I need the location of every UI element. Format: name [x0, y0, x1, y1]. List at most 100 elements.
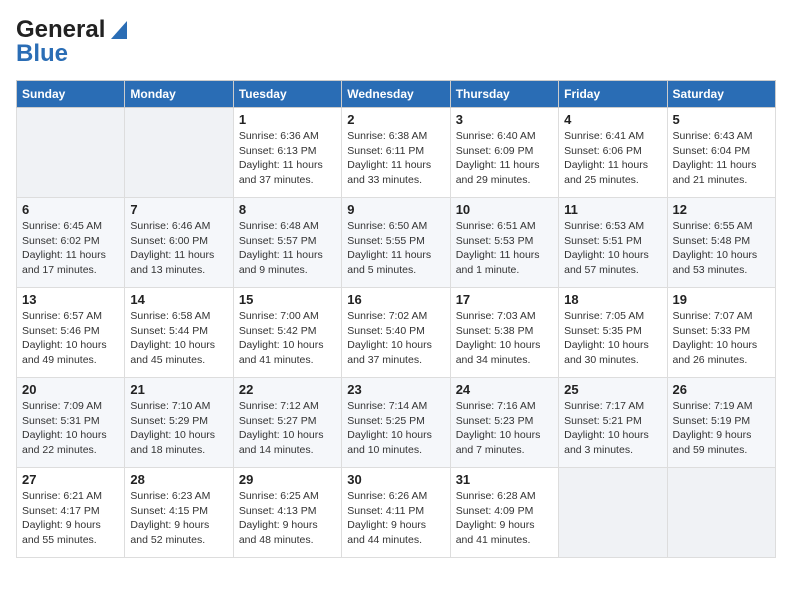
calendar-cell	[559, 468, 667, 558]
calendar-week-row: 6Sunrise: 6:45 AM Sunset: 6:02 PM Daylig…	[17, 198, 776, 288]
day-number: 19	[673, 292, 770, 307]
day-number: 9	[347, 202, 444, 217]
day-number: 22	[239, 382, 336, 397]
logo-icon	[107, 21, 127, 39]
day-number: 2	[347, 112, 444, 127]
day-number: 25	[564, 382, 661, 397]
day-info: Sunrise: 6:23 AM Sunset: 4:15 PM Dayligh…	[130, 489, 227, 548]
calendar-table: SundayMondayTuesdayWednesdayThursdayFrid…	[16, 80, 776, 558]
calendar-cell: 18Sunrise: 7:05 AM Sunset: 5:35 PM Dayli…	[559, 288, 667, 378]
day-number: 18	[564, 292, 661, 307]
day-info: Sunrise: 6:26 AM Sunset: 4:11 PM Dayligh…	[347, 489, 444, 548]
calendar-header-friday: Friday	[559, 81, 667, 108]
day-number: 1	[239, 112, 336, 127]
calendar-cell: 10 Sunrise: 6:51 AM Sunset: 5:53 PM Dayli…	[450, 198, 558, 288]
calendar-cell: 9 Sunrise: 6:50 AM Sunset: 5:55 PM Daylig…	[342, 198, 450, 288]
day-info: Sunrise: 6:51 AM Sunset: 5:53 PM Dayligh…	[456, 219, 553, 278]
calendar-cell: 3 Sunrise: 6:40 AM Sunset: 6:09 PM Daylig…	[450, 108, 558, 198]
calendar-cell: 23 Sunrise: 7:14 AM Sunset: 5:25 PM Dayli…	[342, 378, 450, 468]
day-number: 17	[456, 292, 553, 307]
day-number: 5	[673, 112, 770, 127]
calendar-cell: 30 Sunrise: 6:26 AM Sunset: 4:11 PM Dayli…	[342, 468, 450, 558]
day-number: 23	[347, 382, 444, 397]
day-info: Sunrise: 6:58 AM Sunset: 5:44 PM Dayligh…	[130, 309, 227, 368]
day-info: Sunrise: 6:48 AM Sunset: 5:57 PM Dayligh…	[239, 219, 336, 278]
day-info: Sunrise: 7:16 AM Sunset: 5:23 PM Dayligh…	[456, 399, 553, 458]
day-info: Sunrise: 6:46 AM Sunset: 6:00 PM Dayligh…	[130, 219, 227, 278]
day-number: 8	[239, 202, 336, 217]
day-info: Sunrise: 6:21 AM Sunset: 4:17 PM Dayligh…	[22, 489, 119, 548]
day-number: 4	[564, 112, 661, 127]
calendar-cell: 19 Sunrise: 7:07 AM Sunset: 5:33 PM Dayli…	[667, 288, 775, 378]
calendar-cell: 7 Sunrise: 6:46 AM Sunset: 6:00 PM Daylig…	[125, 198, 233, 288]
day-info: Sunrise: 6:41 AM Sunset: 6:06 PM Dayligh…	[564, 129, 661, 188]
day-number: 28	[130, 472, 227, 487]
calendar-cell: 14Sunrise: 6:58 AM Sunset: 5:44 PM Dayli…	[125, 288, 233, 378]
day-number: 30	[347, 472, 444, 487]
day-info: Sunrise: 6:28 AM Sunset: 4:09 PM Dayligh…	[456, 489, 553, 548]
day-info: Sunrise: 6:53 AM Sunset: 5:51 PM Dayligh…	[564, 219, 661, 278]
day-number: 24	[456, 382, 553, 397]
calendar-header-sunday: Sunday	[17, 81, 125, 108]
day-info: Sunrise: 6:55 AM Sunset: 5:48 PM Dayligh…	[673, 219, 770, 278]
day-info: Sunrise: 6:25 AM Sunset: 4:13 PM Dayligh…	[239, 489, 336, 548]
calendar-cell: 31 Sunrise: 6:28 AM Sunset: 4:09 PM Dayli…	[450, 468, 558, 558]
day-number: 12	[673, 202, 770, 217]
logo-blue: Blue	[16, 40, 68, 68]
calendar-cell: 24 Sunrise: 7:16 AM Sunset: 5:23 PM Dayli…	[450, 378, 558, 468]
day-number: 16	[347, 292, 444, 307]
calendar-cell: 4 Sunrise: 6:41 AM Sunset: 6:06 PM Daylig…	[559, 108, 667, 198]
day-info: Sunrise: 7:02 AM Sunset: 5:40 PM Dayligh…	[347, 309, 444, 368]
day-info: Sunrise: 7:14 AM Sunset: 5:25 PM Dayligh…	[347, 399, 444, 458]
day-number: 6	[22, 202, 119, 217]
day-number: 29	[239, 472, 336, 487]
calendar-cell: 15Sunrise: 7:00 AM Sunset: 5:42 PM Dayli…	[233, 288, 341, 378]
day-info: Sunrise: 6:40 AM Sunset: 6:09 PM Dayligh…	[456, 129, 553, 188]
day-info: Sunrise: 7:03 AM Sunset: 5:38 PM Dayligh…	[456, 309, 553, 368]
calendar-cell: 26Sunrise: 7:19 AM Sunset: 5:19 PM Dayli…	[667, 378, 775, 468]
calendar-cell: 27 Sunrise: 6:21 AM Sunset: 4:17 PM Dayli…	[17, 468, 125, 558]
calendar-cell: 12 Sunrise: 6:55 AM Sunset: 5:48 PM Dayli…	[667, 198, 775, 288]
calendar-cell: 16 Sunrise: 7:02 AM Sunset: 5:40 PM Dayli…	[342, 288, 450, 378]
calendar-cell: 21 Sunrise: 7:10 AM Sunset: 5:29 PM Dayli…	[125, 378, 233, 468]
calendar-cell: 25 Sunrise: 7:17 AM Sunset: 5:21 PM Dayli…	[559, 378, 667, 468]
calendar-cell: 13Sunrise: 6:57 AM Sunset: 5:46 PM Dayli…	[17, 288, 125, 378]
calendar-cell: 20Sunrise: 7:09 AM Sunset: 5:31 PM Dayli…	[17, 378, 125, 468]
day-info: Sunrise: 7:07 AM Sunset: 5:33 PM Dayligh…	[673, 309, 770, 368]
day-info: Sunrise: 6:36 AM Sunset: 6:13 PM Dayligh…	[239, 129, 336, 188]
day-number: 7	[130, 202, 227, 217]
day-number: 26	[673, 382, 770, 397]
calendar-week-row: 1 Sunrise: 6:36 AM Sunset: 6:13 PM Daylig…	[17, 108, 776, 198]
day-number: 11	[564, 202, 661, 217]
day-number: 10	[456, 202, 553, 217]
calendar-week-row: 20Sunrise: 7:09 AM Sunset: 5:31 PM Dayli…	[17, 378, 776, 468]
day-info: Sunrise: 7:10 AM Sunset: 5:29 PM Dayligh…	[130, 399, 227, 458]
calendar-week-row: 13Sunrise: 6:57 AM Sunset: 5:46 PM Dayli…	[17, 288, 776, 378]
day-number: 13	[22, 292, 119, 307]
day-info: Sunrise: 7:17 AM Sunset: 5:21 PM Dayligh…	[564, 399, 661, 458]
day-number: 3	[456, 112, 553, 127]
calendar-cell	[125, 108, 233, 198]
day-number: 31	[456, 472, 553, 487]
day-info: Sunrise: 7:12 AM Sunset: 5:27 PM Dayligh…	[239, 399, 336, 458]
day-info: Sunrise: 7:00 AM Sunset: 5:42 PM Dayligh…	[239, 309, 336, 368]
day-info: Sunrise: 7:09 AM Sunset: 5:31 PM Dayligh…	[22, 399, 119, 458]
day-number: 27	[22, 472, 119, 487]
calendar-header-row: SundayMondayTuesdayWednesdayThursdayFrid…	[17, 81, 776, 108]
calendar-header-thursday: Thursday	[450, 81, 558, 108]
page-header: General Blue	[16, 16, 776, 68]
calendar-header-wednesday: Wednesday	[342, 81, 450, 108]
calendar-cell: 17 Sunrise: 7:03 AM Sunset: 5:38 PM Dayli…	[450, 288, 558, 378]
calendar-header-saturday: Saturday	[667, 81, 775, 108]
calendar-cell: 22 Sunrise: 7:12 AM Sunset: 5:27 PM Dayli…	[233, 378, 341, 468]
day-info: Sunrise: 6:38 AM Sunset: 6:11 PM Dayligh…	[347, 129, 444, 188]
day-info: Sunrise: 6:50 AM Sunset: 5:55 PM Dayligh…	[347, 219, 444, 278]
calendar-cell	[667, 468, 775, 558]
calendar-cell: 6Sunrise: 6:45 AM Sunset: 6:02 PM Daylig…	[17, 198, 125, 288]
logo: General Blue	[16, 16, 129, 68]
calendar-cell	[17, 108, 125, 198]
calendar-cell: 11 Sunrise: 6:53 AM Sunset: 5:51 PM Dayli…	[559, 198, 667, 288]
calendar-header-tuesday: Tuesday	[233, 81, 341, 108]
calendar-cell: 2 Sunrise: 6:38 AM Sunset: 6:11 PM Daylig…	[342, 108, 450, 198]
day-number: 21	[130, 382, 227, 397]
